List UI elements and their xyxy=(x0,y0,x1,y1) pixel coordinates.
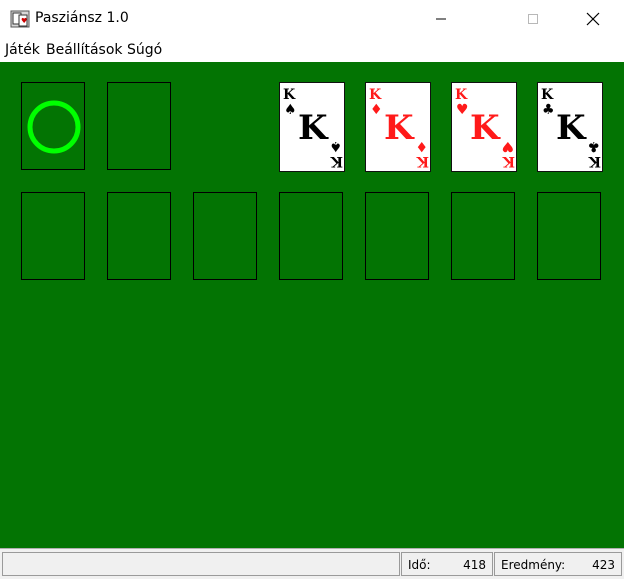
menu-jatek[interactable]: Játék xyxy=(5,42,40,58)
waste-pile[interactable] xyxy=(107,82,171,170)
tableau-pile[interactable] xyxy=(21,192,85,280)
suit-club-icon: ♣ xyxy=(542,102,555,118)
minimize-icon xyxy=(436,18,446,20)
card-rank-large: K xyxy=(556,108,587,148)
card-rank: K xyxy=(283,87,296,103)
close-icon xyxy=(586,12,600,26)
card-rank: K xyxy=(588,153,601,169)
suit-club-icon: ♣ xyxy=(587,138,600,154)
maximize-icon xyxy=(528,14,538,24)
time-label: Idő: xyxy=(408,558,431,572)
time-panel: Idő: 418 xyxy=(401,552,493,576)
card-rank: K xyxy=(541,87,554,103)
score-panel: Eredmény: 423 xyxy=(494,552,622,576)
stock-pile[interactable] xyxy=(21,82,85,170)
suit-heart-icon: ♥ xyxy=(501,138,514,154)
card-rank: K xyxy=(369,87,382,103)
foundation-diamonds-card[interactable]: K ♦ K K ♦ xyxy=(365,82,431,172)
score-label: Eredmény: xyxy=(501,558,566,572)
game-table: K ♠ K K ♠ K ♦ K K ♦ K ♥ K K ♥ K ♣ K K ♣ xyxy=(0,62,624,548)
close-button[interactable] xyxy=(570,0,616,38)
card-rank-large: K xyxy=(298,108,329,148)
time-value: 418 xyxy=(463,558,486,572)
tableau-pile[interactable] xyxy=(279,192,343,280)
status-bar: Idő: 418 Eredmény: 423 xyxy=(0,548,624,579)
recycle-circle-icon xyxy=(27,100,81,154)
tableau-pile[interactable] xyxy=(107,192,171,280)
suit-diamond-icon: ♦ xyxy=(415,138,428,154)
menu-bar: Játék Beállítások Súgó xyxy=(0,38,624,62)
tableau-pile[interactable] xyxy=(537,192,601,280)
suit-spade-icon: ♠ xyxy=(329,138,342,154)
minimize-button[interactable] xyxy=(418,0,464,38)
suit-spade-icon: ♠ xyxy=(284,102,297,118)
card-rank: K xyxy=(330,153,343,169)
window-title: Pasziánsz 1.0 xyxy=(35,10,129,26)
suit-diamond-icon: ♦ xyxy=(370,102,383,118)
app-icon: ♥ xyxy=(10,9,30,29)
foundation-spades-card[interactable]: K ♠ K K ♠ xyxy=(279,82,345,172)
card-rank: K xyxy=(455,87,468,103)
tableau-pile[interactable] xyxy=(193,192,257,280)
foundation-hearts-card[interactable]: K ♥ K K ♥ xyxy=(451,82,517,172)
menu-beallitasok[interactable]: Beállítások xyxy=(46,42,123,58)
score-value: 423 xyxy=(592,558,615,572)
menu-sugo[interactable]: Súgó xyxy=(127,42,162,58)
card-rank: K xyxy=(416,153,429,169)
status-message xyxy=(2,552,400,576)
suit-heart-icon: ♥ xyxy=(456,102,469,118)
foundation-clubs-card[interactable]: K ♣ K K ♣ xyxy=(537,82,603,172)
card-rank-large: K xyxy=(384,108,415,148)
maximize-button[interactable] xyxy=(510,0,556,38)
title-bar: ♥ Pasziánsz 1.0 xyxy=(0,0,624,38)
svg-text:♥: ♥ xyxy=(21,17,27,25)
card-rank-large: K xyxy=(470,108,501,148)
card-rank: K xyxy=(502,153,515,169)
tableau-pile[interactable] xyxy=(365,192,429,280)
tableau-pile[interactable] xyxy=(451,192,515,280)
